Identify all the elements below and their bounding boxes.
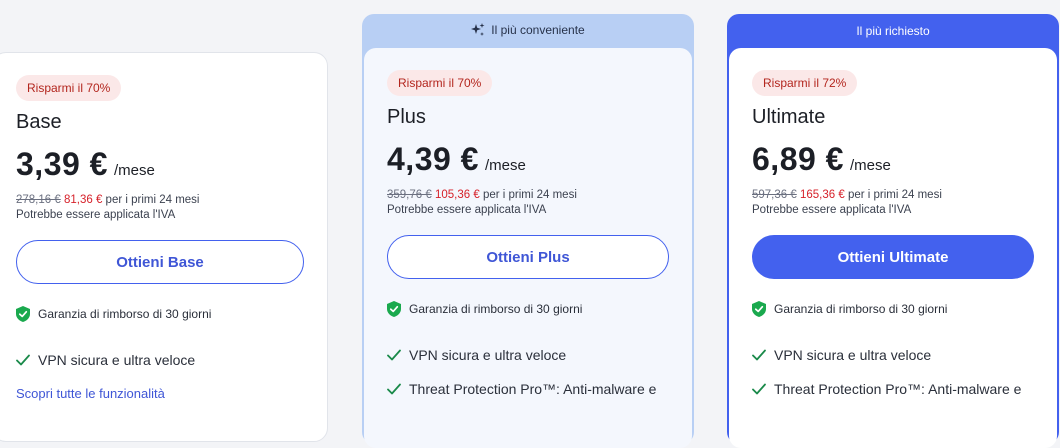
- guarantee-text: Garanzia di rimborso di 30 giorni: [774, 302, 948, 316]
- vat-note: Potrebbe essere applicata l'IVA: [16, 209, 176, 221]
- ribbon-text: Il più conveniente: [491, 23, 585, 37]
- billing-period: per i primi 24 mesi: [847, 189, 942, 201]
- price-row: 3,39 € /mese: [16, 146, 304, 183]
- feature-text: VPN sicura e ultra veloce: [774, 347, 932, 363]
- plan-name: Base: [16, 111, 62, 133]
- money-back-guarantee: Garanzia di rimborso di 30 giorni: [387, 301, 669, 317]
- savings-badge: Risparmi il 70%: [16, 75, 122, 101]
- money-back-guarantee: Garanzia di rimborso di 30 giorni: [752, 301, 1034, 317]
- feature-item: Threat Protection Pro™: Anti-malware e: [387, 381, 669, 397]
- money-back-guarantee: Garanzia di rimborso di 30 giorni: [16, 306, 304, 322]
- plan-card-plus-wrapper: Il più conveniente Risparmi il 70% Plus …: [362, 14, 694, 448]
- shield-check-icon: [752, 301, 766, 317]
- checkmark-icon: [752, 349, 766, 361]
- billing-period: per i primi 24 mesi: [482, 189, 577, 201]
- price-period: /mese: [113, 162, 155, 179]
- plan-name: Plus: [387, 106, 426, 128]
- monthly-price: 3,39 €: [16, 146, 108, 182]
- see-all-features-link[interactable]: Scopri tutte le funzionalità: [16, 386, 304, 401]
- savings-badge: Risparmi il 72%: [752, 70, 858, 96]
- checkmark-icon: [752, 383, 766, 395]
- sparkle-icon: [471, 23, 485, 36]
- price-row: 6,89 € /mese: [752, 141, 1034, 178]
- feature-item: Threat Protection Pro™: Anti-malware e: [752, 381, 1034, 397]
- vat-note: Potrebbe essere applicata l'IVA: [387, 204, 547, 216]
- feature-text: Threat Protection Pro™: Anti-malware e: [409, 381, 657, 397]
- feature-item: VPN sicura e ultra veloce: [387, 347, 669, 363]
- guarantee-text: Garanzia di rimborso di 30 giorni: [38, 307, 212, 321]
- price-period: /mese: [849, 157, 891, 174]
- feature-text: Threat Protection Pro™: Anti-malware e: [774, 381, 1022, 397]
- get-base-button[interactable]: Ottieni Base: [16, 240, 304, 284]
- plan-card-base: Risparmi il 70% Base 3,39 € /mese 278,16…: [0, 52, 328, 442]
- monthly-price: 6,89 €: [752, 141, 844, 177]
- billing-period: per i primi 24 mesi: [105, 194, 200, 206]
- get-ultimate-button[interactable]: Ottieni Ultimate: [752, 235, 1034, 279]
- ribbon-text: Il più richiesto: [856, 24, 930, 38]
- plan-card-ultimate: Risparmi il 72% Ultimate 6,89 € /mese 59…: [729, 48, 1057, 448]
- billing-details: 597,36 € 165,36 € per i primi 24 mesi Po…: [752, 188, 1034, 218]
- checkmark-icon: [16, 354, 30, 366]
- savings-badge: Risparmi il 70%: [387, 70, 493, 96]
- checkmark-icon: [387, 383, 401, 395]
- price-row: 4,39 € /mese: [387, 141, 669, 178]
- get-plus-button[interactable]: Ottieni Plus: [387, 235, 669, 279]
- feature-item: VPN sicura e ultra veloce: [16, 352, 304, 368]
- shield-check-icon: [16, 306, 30, 322]
- billing-details: 278,16 € 81,36 € per i primi 24 mesi Pot…: [16, 193, 304, 223]
- feature-item: VPN sicura e ultra veloce: [752, 347, 1034, 363]
- discounted-total: 105,36 €: [434, 189, 480, 201]
- old-price: 278,16 €: [16, 194, 61, 206]
- discounted-total: 81,36 €: [63, 194, 103, 206]
- price-period: /mese: [484, 157, 526, 174]
- plan-card-ultimate-wrapper: Il più richiesto Risparmi il 72% Ultimat…: [727, 14, 1059, 448]
- feature-text: VPN sicura e ultra veloce: [38, 352, 196, 368]
- plan-ribbon: Il più richiesto: [727, 14, 1059, 48]
- feature-text: VPN sicura e ultra veloce: [409, 347, 567, 363]
- discounted-total: 165,36 €: [799, 189, 845, 201]
- old-price: 359,76 €: [387, 189, 432, 201]
- plan-ribbon: Il più conveniente: [362, 14, 694, 46]
- vat-note: Potrebbe essere applicata l'IVA: [752, 204, 912, 216]
- shield-check-icon: [387, 301, 401, 317]
- billing-details: 359,76 € 105,36 € per i primi 24 mesi Po…: [387, 188, 669, 218]
- monthly-price: 4,39 €: [387, 141, 479, 177]
- old-price: 597,36 €: [752, 189, 797, 201]
- checkmark-icon: [387, 349, 401, 361]
- plan-name: Ultimate: [752, 106, 826, 128]
- guarantee-text: Garanzia di rimborso di 30 giorni: [409, 302, 583, 316]
- plan-card-plus: Risparmi il 70% Plus 4,39 € /mese 359,76…: [364, 48, 692, 448]
